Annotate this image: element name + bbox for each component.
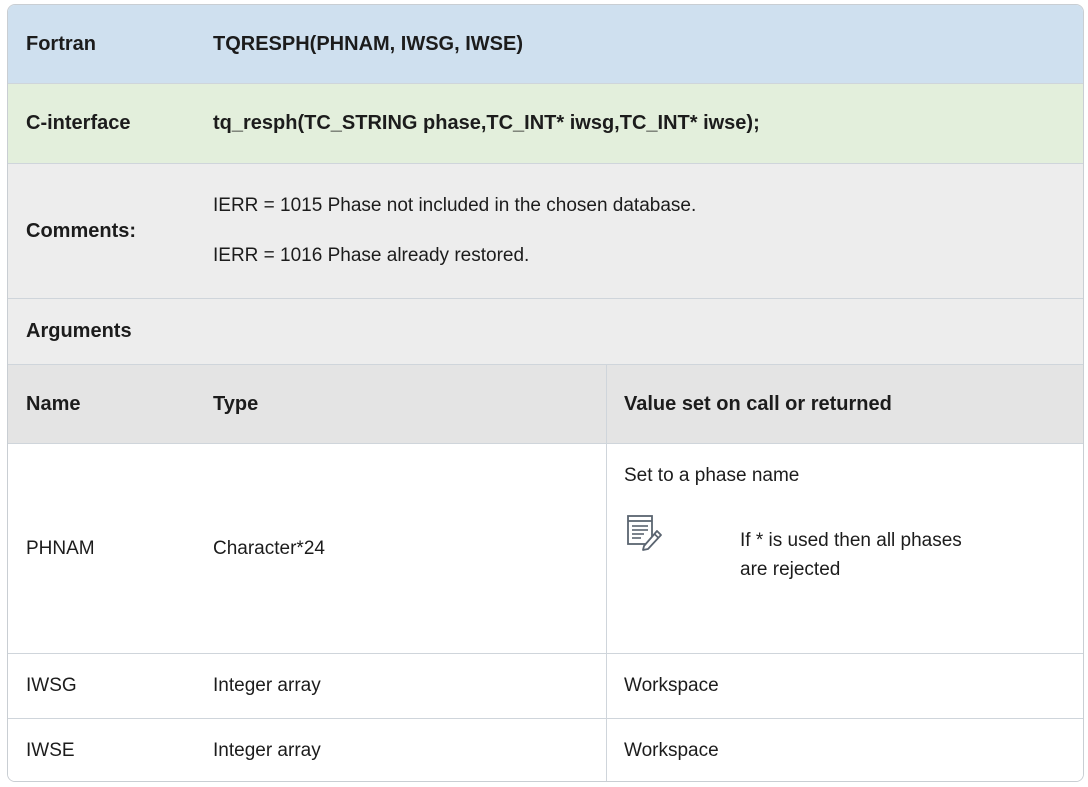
column-header-value: Value set on call or returned (606, 365, 1083, 443)
argument-name: IWSG (26, 675, 77, 696)
argument-value: Workspace (606, 654, 1083, 718)
arguments-header-row: Name Type Value set on call or returned (8, 365, 1083, 444)
argument-value: Set to a phase name If * is used then al… (606, 444, 1083, 653)
function-reference-table: Fortran TQRESPH(PHNAM, IWSG, IWSE) C-int… (7, 4, 1084, 782)
note-edit-icon (626, 513, 666, 553)
c-interface-label: C-interface (26, 112, 131, 134)
note-text: If * is used then all phases are rejecte… (740, 530, 962, 581)
arguments-title-row: Arguments (8, 299, 1083, 365)
argument-value-text: Set to a phase name (624, 465, 800, 486)
fortran-signature: TQRESPH(PHNAM, IWSG, IWSE) (213, 32, 523, 55)
argument-name: IWSE (26, 740, 75, 761)
fortran-row: Fortran TQRESPH(PHNAM, IWSG, IWSE) (8, 5, 1083, 84)
comment-line: IERR = 1015 Phase not included in the ch… (213, 194, 697, 216)
note: If * is used then all phases are rejecte… (624, 513, 970, 585)
fortran-label: Fortran (26, 32, 96, 55)
column-header-type: Type (213, 392, 259, 415)
comments-label: Comments: (26, 219, 137, 242)
table-row: IWSG Integer array Workspace (8, 654, 1083, 719)
argument-name: PHNAM (26, 537, 95, 559)
table-row: IWSE Integer array Workspace (8, 719, 1083, 781)
argument-type: Integer array (213, 675, 321, 696)
c-interface-row: C-interface tq_resph(TC_STRING phase,TC_… (8, 84, 1083, 164)
arguments-title: Arguments (26, 320, 132, 342)
comments-text: IERR = 1015 Phase not included in the ch… (194, 164, 1083, 298)
c-interface-signature: tq_resph(TC_STRING phase,TC_INT* iwsg,TC… (213, 112, 760, 134)
comment-line: IERR = 1016 Phase already restored. (213, 244, 530, 266)
argument-type: Character*24 (213, 537, 325, 559)
table-row: PHNAM Character*24 Set to a phase name I… (8, 444, 1083, 654)
argument-type: Integer array (213, 740, 321, 761)
column-header-name: Name (26, 392, 81, 415)
comments-row: Comments: IERR = 1015 Phase not included… (8, 164, 1083, 299)
argument-value: Workspace (606, 719, 1083, 781)
